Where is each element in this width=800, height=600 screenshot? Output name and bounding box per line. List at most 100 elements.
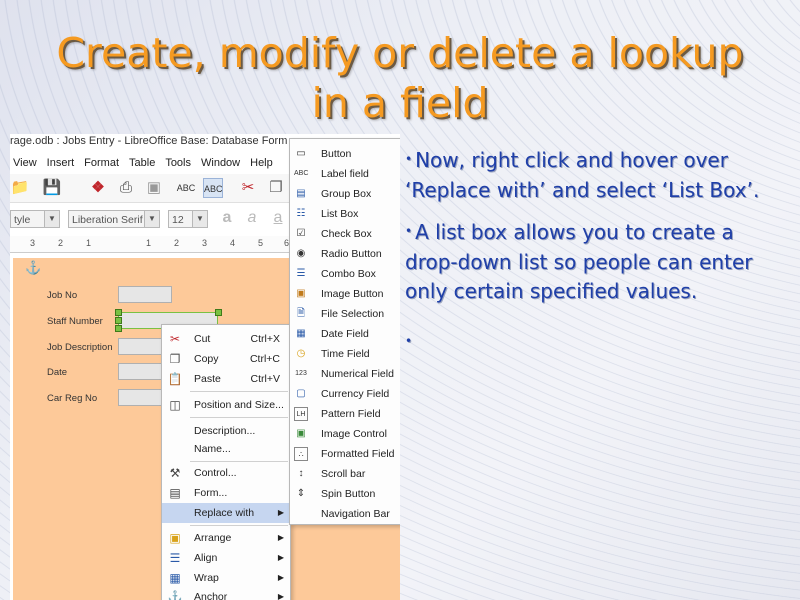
selection-handle[interactable] [215, 309, 222, 316]
bullet-text: A list box allows you to create a drop-d… [405, 220, 753, 303]
selection-handle[interactable] [115, 317, 122, 324]
save-icon[interactable]: 💾 [42, 178, 62, 198]
submenu-item-label: Pattern Field [321, 408, 381, 420]
ruler-mark: 2 [58, 238, 64, 248]
menu-item-label: Description... [194, 425, 256, 437]
menu-item-align[interactable]: ☰ Align ▶ [162, 548, 290, 568]
submenu-item-navigation-bar[interactable]: Navigation Bar [290, 504, 400, 524]
control-properties-icon: ⚒ [169, 466, 181, 480]
submenu-item-label: Scroll bar [321, 468, 366, 480]
menu-insert[interactable]: Insert [47, 154, 75, 172]
menu-item-control[interactable]: ⚒ Control... [162, 463, 290, 483]
menu-item-copy[interactable]: ❐ Copy Ctrl+C [162, 349, 290, 369]
job-no-field[interactable] [118, 286, 172, 303]
submenu-item-label: Date Field [321, 328, 369, 340]
auto-spellcheck-icon[interactable]: ABC [203, 178, 223, 198]
italic-icon[interactable]: a [242, 208, 262, 228]
selection-handle[interactable] [115, 309, 122, 316]
menu-item-label: Control... [194, 467, 237, 479]
paragraph-style-combo[interactable]: tyle ▼ [10, 210, 60, 228]
menu-item-cut[interactable]: ✂ Cut Ctrl+X [162, 329, 290, 349]
submenu-item-label: Combo Box [321, 268, 376, 280]
menu-item-label: Arrange [194, 532, 232, 544]
menu-item-anchor[interactable]: ⚓ Anchor ▶ [162, 587, 290, 600]
slide-title: Create, modify or delete a lookup in a f… [56, 29, 744, 127]
bullet-text: Now, right click and hover over ‘Replace… [405, 148, 760, 202]
menu-format[interactable]: Format [84, 154, 119, 172]
submenu-item-group-box[interactable]: ▤ Group Box [290, 184, 400, 204]
libreoffice-screenshot: rage.odb : Jobs Entry - LibreOffice Base… [10, 134, 400, 600]
align-icon: ☰ [169, 551, 181, 565]
replace-with-submenu: ▭ Button ABC Label field ▤ Group Box ☷ List … [289, 138, 400, 525]
ruler-mark: 3 [202, 238, 208, 248]
formatted-field-icon: ∴ [294, 447, 308, 461]
menu-item-label: Replace with [194, 507, 255, 519]
submenu-item-spin-button[interactable]: ⇕ Spin Button [290, 484, 400, 504]
submenu-arrow-icon: ▶ [277, 508, 284, 517]
paragraph-style-value: tyle [14, 214, 31, 226]
menu-item-form[interactable]: ▤ Form... [162, 483, 290, 503]
currency-field-icon: ▢ [296, 388, 306, 399]
submenu-item-formatted-field[interactable]: ∴ Formatted Field [290, 444, 400, 464]
ruler-mark: 5 [258, 238, 264, 248]
submenu-item-button[interactable]: ▭ Button [290, 144, 400, 164]
menu-item-label: Cut [194, 333, 211, 345]
menu-tools[interactable]: Tools [165, 154, 191, 172]
submenu-item-image-control[interactable]: ▣ Image Control [290, 424, 400, 444]
menu-table[interactable]: Table [129, 154, 155, 172]
submenu-item-label: Image Control [321, 428, 387, 440]
menu-item-position-size[interactable]: ◫ Position and Size... [162, 395, 290, 415]
ruler-mark: 4 [230, 238, 236, 248]
menu-item-paste[interactable]: 📋 Paste Ctrl+V [162, 369, 290, 389]
font-name-combo[interactable]: Liberation Serif ▼ [68, 210, 160, 228]
open-folder-icon[interactable]: 📁 [10, 178, 30, 198]
submenu-item-check-box[interactable]: ☑ Check Box [290, 224, 400, 244]
menu-item-name[interactable]: Name... [162, 439, 290, 459]
submenu-item-scroll-bar[interactable]: ↕ Scroll bar [290, 464, 400, 484]
submenu-item-label: Group Box [321, 188, 372, 200]
ruler-mark: 2 [174, 238, 180, 248]
paste-icon: 📋 [167, 372, 183, 386]
bullet-mark: • [405, 224, 413, 238]
field-label-job-description: Job Description [47, 342, 113, 353]
export-pdf-icon[interactable]: ❖ [88, 178, 108, 198]
copy-icon[interactable]: ❐ [266, 178, 286, 198]
bold-icon[interactable]: a [217, 208, 237, 228]
bullet-item: • Now, right click and hover over ‘Replac… [405, 145, 770, 205]
submenu-item-label: Formatted Field [321, 448, 395, 460]
submenu-item-currency-field[interactable]: ▢ Currency Field [290, 384, 400, 404]
submenu-item-label-field[interactable]: ABC Label field [290, 164, 400, 184]
cut-icon[interactable]: ✂ [238, 178, 258, 198]
print-icon[interactable]: ⎙ [116, 178, 136, 198]
horizontal-ruler[interactable]: 3 2 1 1 2 3 4 5 6 [10, 236, 290, 253]
pattern-field-icon: LH [294, 407, 308, 421]
check-box-icon: ☑ [296, 228, 306, 239]
menu-item-arrange[interactable]: ▣ Arrange ▶ [162, 528, 290, 548]
menu-view[interactable]: View [13, 154, 37, 172]
menu-item-label: Wrap [194, 572, 219, 584]
submenu-item-image-button[interactable]: ▣ Image Button [290, 284, 400, 304]
submenu-item-label: Currency Field [321, 388, 390, 400]
submenu-item-numerical-field[interactable]: 123 Numerical Field [290, 364, 400, 384]
image-button-icon: ▣ [296, 288, 306, 299]
menu-item-wrap[interactable]: ▦ Wrap ▶ [162, 568, 290, 588]
spellcheck-icon[interactable]: ABC [176, 178, 196, 198]
print-preview-icon[interactable]: ▣ [144, 178, 164, 198]
scissors-icon: ✂ [169, 332, 181, 346]
menu-item-replace-with[interactable]: Replace with ▶ [162, 503, 290, 523]
submenu-item-date-field[interactable]: ▦ Date Field [290, 324, 400, 344]
menu-item-description[interactable]: Description... [162, 421, 290, 441]
font-size-combo[interactable]: 12 ▼ [168, 210, 208, 228]
ruler-mark: 1 [86, 238, 92, 248]
submenu-item-file-selection[interactable]: 🗎 File Selection [290, 304, 400, 324]
menu-help[interactable]: Help [250, 154, 273, 172]
submenu-item-combo-box[interactable]: ☰ Combo Box [290, 264, 400, 284]
submenu-item-list-box[interactable]: ☷ List Box [290, 204, 400, 224]
menu-item-shortcut: Ctrl+X [250, 333, 280, 345]
submenu-item-radio-button[interactable]: ◉ Radio Button [290, 244, 400, 264]
submenu-item-time-field[interactable]: ◷ Time Field [290, 344, 400, 364]
menu-window[interactable]: Window [201, 154, 240, 172]
submenu-item-pattern-field[interactable]: LH Pattern Field [290, 404, 400, 424]
underline-icon[interactable]: a [268, 208, 288, 228]
selection-handle[interactable] [115, 325, 122, 332]
